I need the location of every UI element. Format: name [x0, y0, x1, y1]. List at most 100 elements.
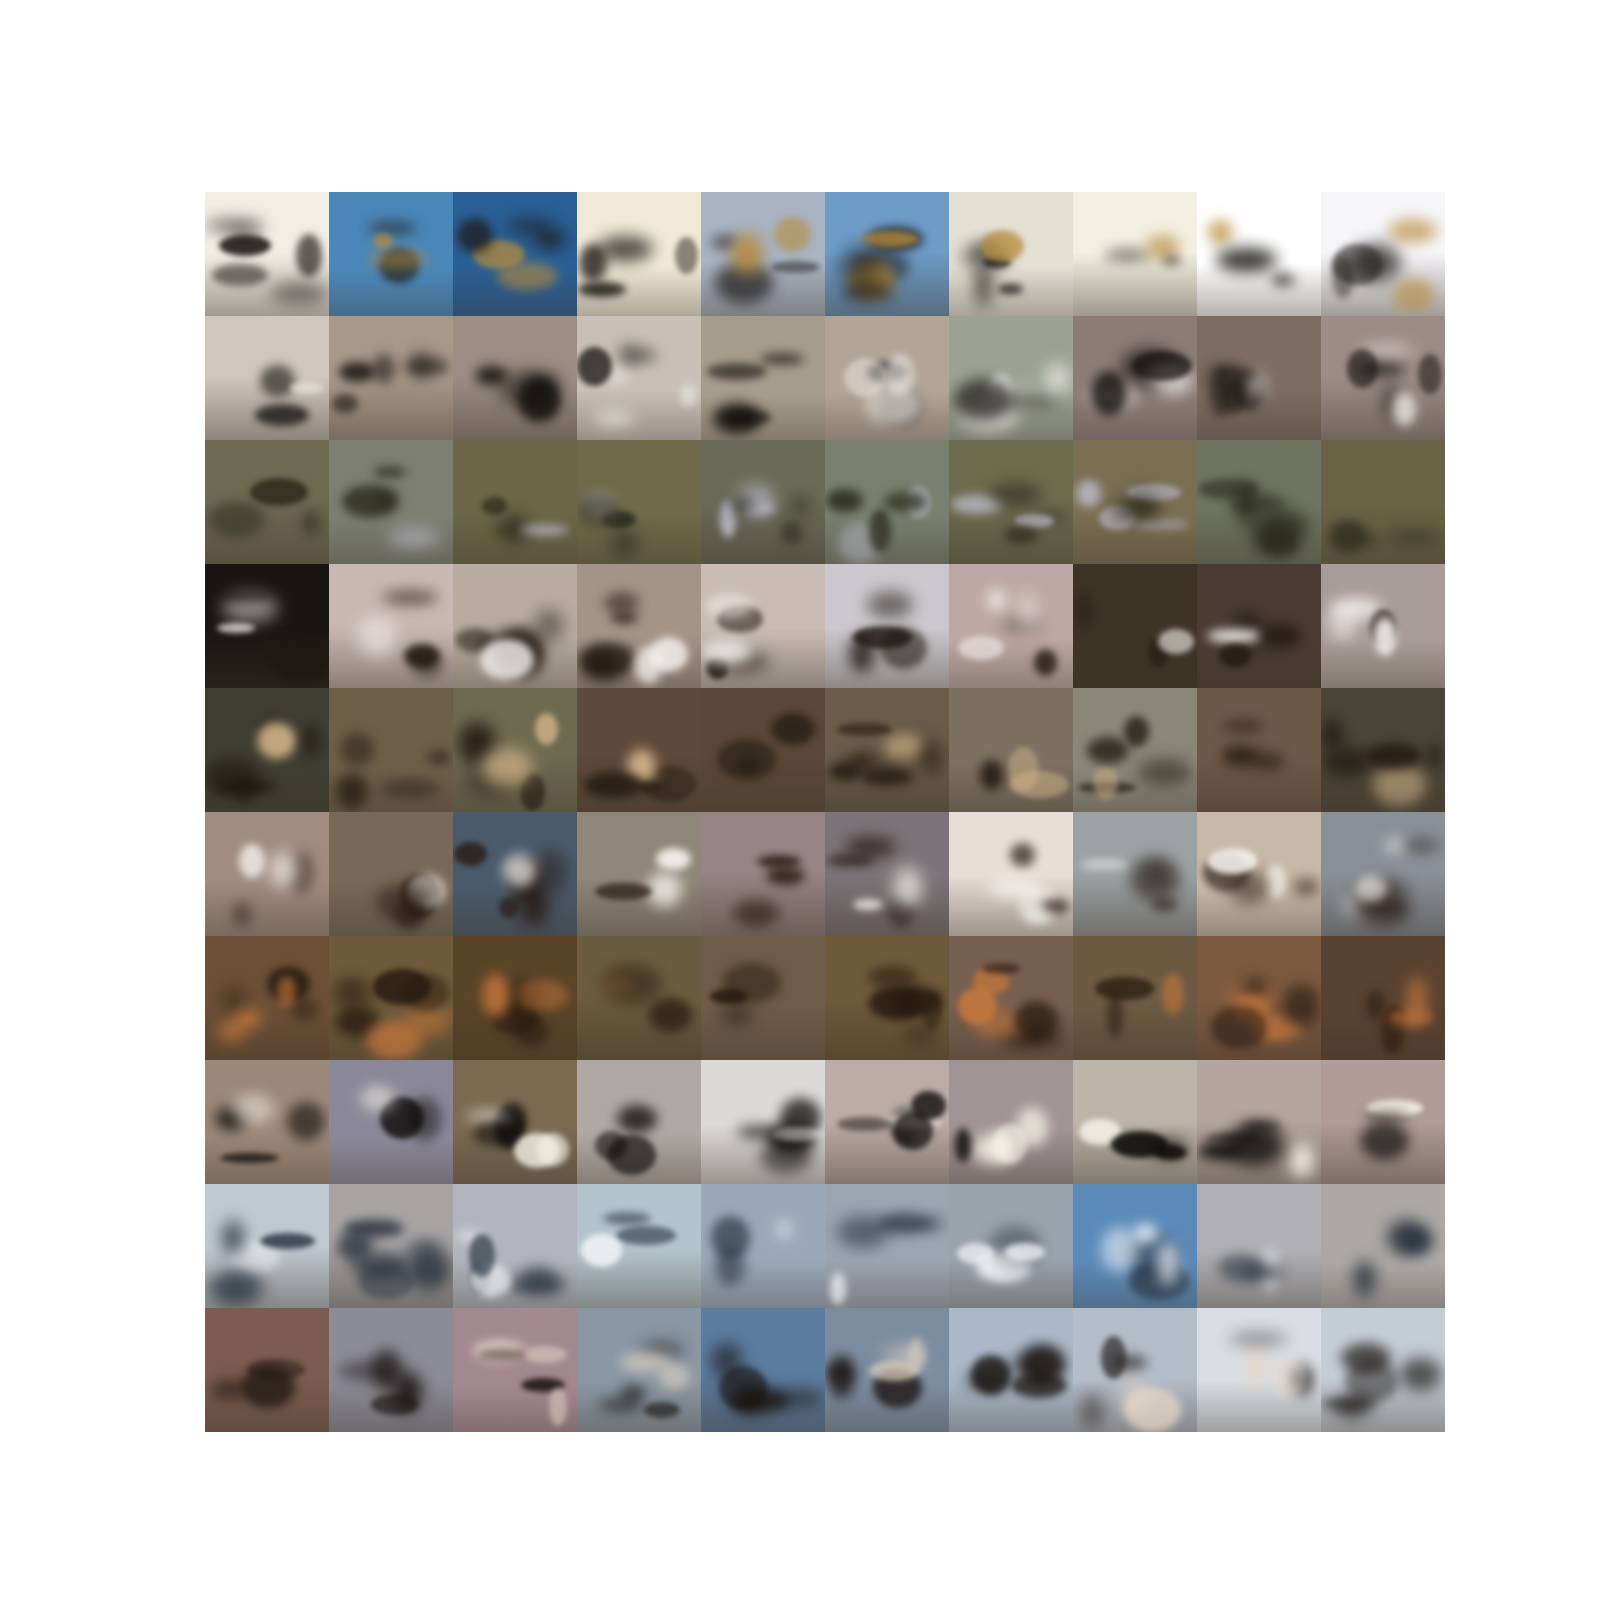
sample-tile-ground [825, 875, 949, 936]
sample-tile-blob [503, 854, 536, 887]
sample-tile [329, 440, 453, 564]
sample-tile-blob [771, 261, 820, 273]
sample-tile-blob [649, 998, 692, 1032]
sample-tile-blob [705, 594, 753, 618]
sample-tile-blob [760, 353, 804, 365]
sample-tile-blob [1218, 1254, 1263, 1282]
sample-tile [205, 936, 329, 1060]
sample-tile-blob [1222, 721, 1264, 731]
sample-tile-blob [603, 1212, 651, 1225]
sample-tile-blob [710, 989, 748, 1004]
sample-tile-blob [270, 643, 316, 672]
sample-tile [1073, 1184, 1197, 1308]
sample-tile [825, 1184, 949, 1308]
sample-tile-blob [513, 1016, 548, 1046]
sample-tile-blob [1360, 1122, 1409, 1160]
sample-tile-blob [955, 1128, 971, 1162]
sample-tile-blob [906, 1028, 934, 1042]
sample-tile-blob [257, 722, 296, 759]
sample-tile-blob [605, 981, 629, 991]
sample-tile [825, 440, 949, 564]
sample-tile [577, 564, 701, 688]
sample-tile [205, 812, 329, 936]
sample-tile-blob [358, 1265, 414, 1299]
sample-tile-blob [1355, 875, 1387, 901]
sample-tile-blob [577, 496, 621, 527]
sample-tile-blob [737, 1126, 783, 1138]
sample-tile-blob [291, 997, 318, 1020]
sample-tile-blob [711, 1216, 750, 1259]
sample-tile [701, 192, 825, 316]
sample-tile-blob [1321, 1398, 1376, 1409]
sample-tile-blob [1387, 1008, 1433, 1027]
sample-tile [701, 316, 825, 440]
sample-tile [825, 1060, 949, 1184]
sample-tile-blob [233, 903, 251, 926]
sample-tile-blob [340, 733, 374, 766]
sample-tile-blob [1293, 879, 1319, 895]
sample-tile-blob [766, 867, 805, 885]
sample-tile [453, 440, 577, 564]
sample-tile [1321, 812, 1445, 936]
sample-tile-blob [1366, 990, 1385, 1019]
sample-tile [1197, 564, 1321, 688]
sample-tile [329, 564, 453, 688]
sample-tile-blob [957, 1243, 994, 1264]
sample-tile-blob [884, 734, 924, 758]
sample-tile-blob [1081, 1393, 1103, 1429]
sample-tile-blob [829, 762, 861, 781]
sample-tile-blob [239, 844, 265, 878]
sample-tile-blob [1211, 1006, 1267, 1049]
sample-tile-blob [1093, 766, 1118, 799]
sample-tile-blob [520, 525, 569, 535]
sample-tile-blob [534, 850, 567, 895]
sample-tile-blob [1242, 977, 1268, 997]
sample-tile-blob [507, 220, 553, 232]
sample-tile-blob [1229, 494, 1286, 514]
sample-tile-blob [427, 752, 451, 763]
sample-tile [949, 440, 1073, 564]
sample-tile-blob [1426, 743, 1442, 769]
sample-tile-blob [1025, 908, 1050, 922]
sample-tile [825, 688, 949, 812]
figure-canvas [0, 0, 1600, 1600]
sample-tile-blob [1373, 764, 1426, 806]
sample-tile-blob [1216, 248, 1277, 272]
sample-tile-ground [701, 1007, 825, 1060]
sample-tile [1073, 1060, 1197, 1184]
sample-tile [1073, 440, 1197, 564]
sample-tile [453, 688, 577, 812]
sample-tile-blob [1219, 644, 1251, 667]
sample-tile [701, 1308, 825, 1432]
sample-tile-blob [382, 590, 438, 605]
sample-tile-blob [730, 496, 755, 514]
sample-tile-ground [329, 1139, 453, 1184]
sample-tile-blob [830, 1272, 846, 1305]
sample-tile-blob [1113, 498, 1161, 521]
sample-tile-blob [1011, 1373, 1067, 1398]
sample-tile-blob [845, 838, 896, 856]
sample-tile [1197, 440, 1321, 564]
sample-tile [205, 316, 329, 440]
sample-tile-blob [656, 848, 691, 870]
sample-tile-blob [1327, 606, 1358, 640]
sample-tile [1321, 316, 1445, 440]
sample-tile [701, 564, 825, 688]
sample-tile-blob [1270, 1356, 1307, 1398]
sample-tile-blob [277, 976, 296, 1006]
sample-tile-blob [1034, 649, 1057, 676]
sample-tile [205, 688, 329, 812]
sample-tile-blob [1080, 859, 1128, 870]
sample-tile [701, 688, 825, 812]
sample-tile-blob [891, 986, 943, 1016]
sample-tile [1073, 936, 1197, 1060]
sample-tile [949, 1060, 1073, 1184]
sample-tile-blob [611, 529, 638, 559]
sample-tile [205, 1308, 329, 1432]
sample-tile-blob [381, 779, 439, 798]
sample-tile [949, 1308, 1073, 1432]
sample-tile [329, 316, 453, 440]
sample-tile-blob [1226, 1124, 1284, 1166]
sample-tile-blob [1104, 250, 1151, 260]
sample-tile-blob [241, 1366, 295, 1408]
